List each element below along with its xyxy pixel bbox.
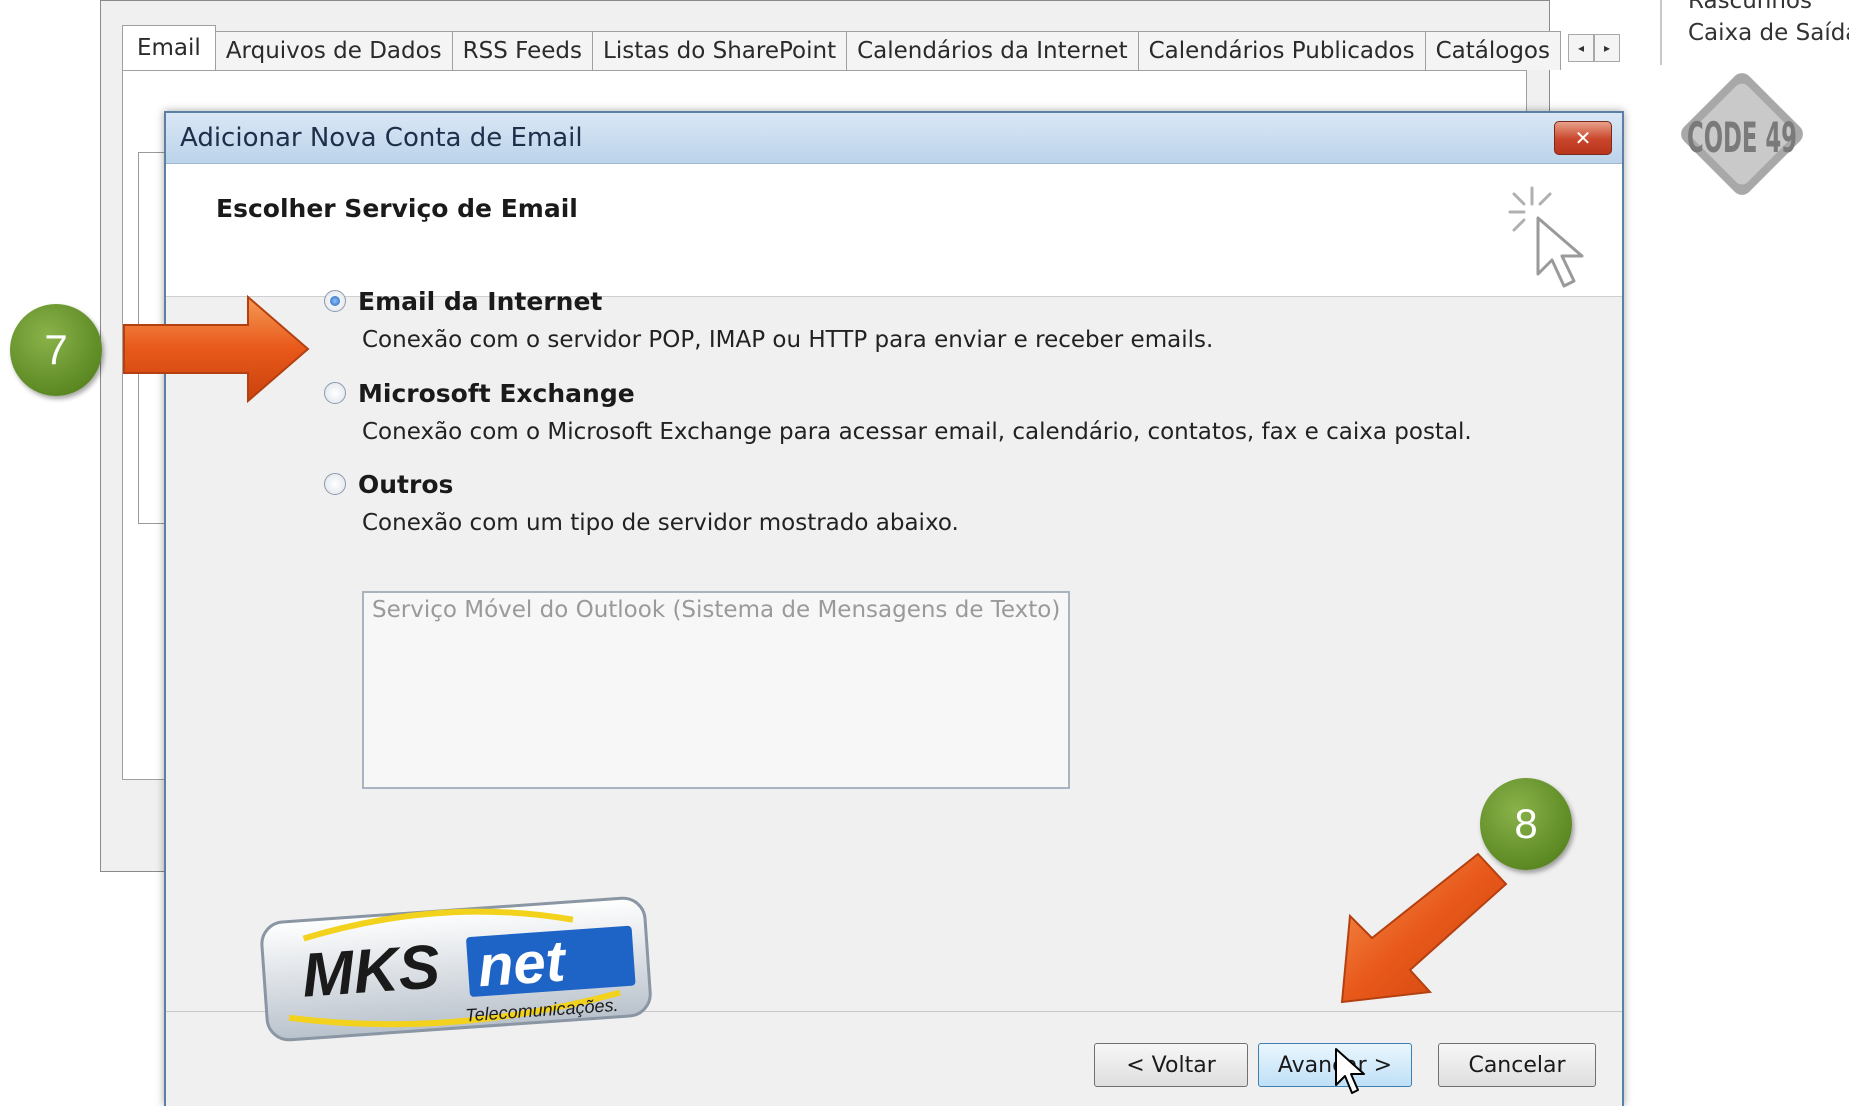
wizard-cursor-icon: [1508, 186, 1584, 288]
option-other-label[interactable]: Outros: [358, 470, 453, 499]
tab-scroll-controls: ◂ ▸: [1568, 34, 1620, 62]
option-microsoft-exchange-description: Conexão com o Microsoft Exchange para ac…: [362, 419, 1472, 445]
tab-internet-calendars[interactable]: Calendários da Internet: [846, 31, 1139, 70]
code49-logo: CODE 49: [1681, 73, 1803, 195]
account-settings-tabs: Email Arquivos de Dados RSS Feeds Listas…: [122, 25, 1620, 70]
tab-address-books[interactable]: Catálogos: [1424, 31, 1561, 70]
step-7-badge: 7: [10, 304, 102, 396]
tab-rss-feeds[interactable]: RSS Feeds: [451, 31, 594, 70]
tab-scroll-left-button[interactable]: ◂: [1568, 34, 1594, 62]
tab-email[interactable]: Email: [122, 25, 216, 70]
radio-internet-email[interactable]: [324, 290, 346, 312]
radio-microsoft-exchange[interactable]: [324, 382, 346, 404]
tab-published-calendars[interactable]: Calendários Publicados: [1137, 31, 1426, 70]
header-title: Escolher Serviço de Email: [216, 194, 578, 223]
close-icon: ✕: [1574, 126, 1592, 150]
option-internet-email-label[interactable]: Email da Internet: [358, 287, 602, 316]
tab-sharepoint-lists[interactable]: Listas do SharePoint: [592, 31, 848, 70]
step-8-arrow-icon: [1340, 852, 1508, 1004]
dialog-header: Escolher Serviço de Email: [166, 164, 1622, 297]
mksnet-logo-text-1: MKS: [300, 932, 442, 1010]
other-services-listbox[interactable]: Serviço Móvel do Outlook (Sistema de Men…: [362, 591, 1070, 789]
step-7-arrow-icon: [123, 295, 310, 403]
folder-outbox[interactable]: Caixa de Saída: [1688, 18, 1849, 50]
option-internet-email-description: Conexão com o servidor POP, IMAP ou HTTP…: [362, 327, 1214, 353]
mksnet-logo-text-2: net: [476, 928, 570, 999]
dialog-titlebar[interactable]: Adicionar Nova Conta de Email ✕: [166, 113, 1622, 164]
back-button[interactable]: < Voltar: [1094, 1043, 1248, 1087]
cancel-button[interactable]: Cancelar: [1438, 1043, 1596, 1087]
close-button[interactable]: ✕: [1554, 121, 1612, 155]
list-item[interactable]: Serviço Móvel do Outlook (Sistema de Men…: [372, 597, 1060, 623]
option-microsoft-exchange-label[interactable]: Microsoft Exchange: [358, 379, 635, 408]
mail-folder-list: Rascunhos Caixa de Saída: [1660, 0, 1849, 65]
folder-drafts[interactable]: Rascunhos: [1688, 0, 1849, 18]
mksnet-logo: MKS net Telecomunicações.: [260, 896, 652, 1042]
dialog-title: Adicionar Nova Conta de Email: [180, 123, 583, 153]
mouse-cursor-icon: [1335, 1048, 1365, 1094]
option-other-description: Conexão com um tipo de servidor mostrado…: [362, 510, 959, 536]
tab-scroll-right-button[interactable]: ▸: [1594, 34, 1620, 62]
code49-logo-text: CODE 49: [1687, 113, 1797, 162]
tab-data-files[interactable]: Arquivos de Dados: [214, 31, 453, 70]
radio-other[interactable]: [324, 473, 346, 495]
